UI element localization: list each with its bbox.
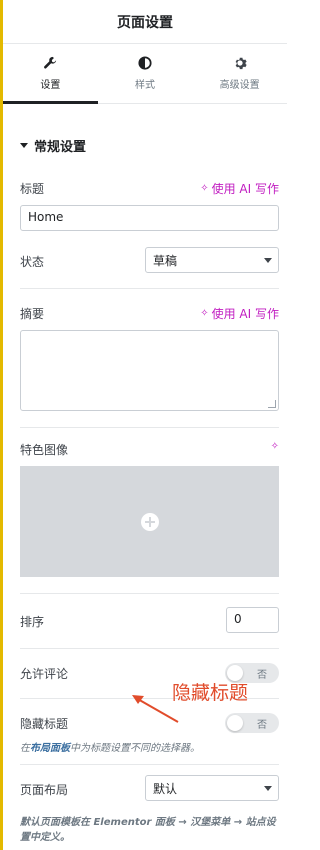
- featured-image-picker[interactable]: [20, 466, 279, 577]
- divider: [20, 764, 279, 765]
- plus-icon: [140, 512, 159, 531]
- wrench-icon: [44, 56, 57, 69]
- tab-advanced[interactable]: 高级设置: [192, 44, 287, 103]
- divider: [20, 593, 279, 594]
- excerpt-label: 摘要: [20, 307, 45, 321]
- sparkle-icon: ✧: [200, 308, 209, 319]
- ai-write-excerpt-button[interactable]: ✧ 使用 AI 写作: [200, 305, 279, 322]
- toggle-knob: [227, 715, 243, 731]
- half-circle-icon: [138, 56, 152, 70]
- resize-grip-icon[interactable]: [268, 400, 276, 408]
- page-layout-label: 页面布局: [20, 783, 69, 797]
- divider: [20, 288, 279, 289]
- title-label: 标题: [20, 182, 45, 196]
- status-value: 草稿: [153, 254, 178, 268]
- page-layout-select[interactable]: 默认: [145, 775, 279, 801]
- gear-icon: [235, 57, 247, 70]
- note-text: 中为标题设置不同的选择器。: [70, 743, 200, 754]
- order-input[interactable]: 0: [226, 607, 279, 633]
- tab-bar: 设置 样式 高级设置: [3, 44, 287, 104]
- caret-down-icon: [20, 143, 28, 148]
- chevron-down-icon: [264, 258, 272, 263]
- hide-title-toggle[interactable]: 否: [225, 713, 279, 733]
- ai-image-button[interactable]: ✧: [271, 441, 279, 452]
- layout-panel-link[interactable]: 布局面板: [30, 743, 70, 754]
- status-select[interactable]: 草稿: [145, 247, 279, 273]
- sparkle-icon: ✧: [200, 183, 209, 194]
- panel-header: 页面设置: [3, 0, 287, 44]
- note-text: 在: [20, 743, 30, 754]
- hide-title-note: 在布局面板中为标题设置不同的选择器。: [20, 741, 200, 756]
- divider: [20, 427, 279, 428]
- tab-style-label: 样式: [135, 80, 155, 91]
- featured-image-label: 特色图像: [20, 443, 69, 457]
- tab-advanced-label: 高级设置: [219, 80, 260, 91]
- hide-title-toggle-text: 否: [257, 720, 267, 731]
- chevron-down-icon: [264, 786, 272, 791]
- hide-title-label: 隐藏标题: [20, 717, 69, 731]
- status-label: 状态: [20, 255, 45, 269]
- comments-toggle-text: 否: [257, 670, 267, 681]
- excerpt-textarea[interactable]: [20, 330, 279, 411]
- left-accent-bar: [0, 0, 3, 850]
- divider: [20, 648, 279, 649]
- tab-style[interactable]: 样式: [98, 44, 193, 103]
- annotation-arrow-icon: [132, 695, 179, 723]
- page-layout-note: 默认页面模板在 Elementor 面板 → 汉堡菜单 → 站点设置中定义。: [20, 817, 276, 843]
- section-general-toggle[interactable]: 常规设置: [20, 136, 86, 155]
- comments-label: 允许评论: [20, 667, 69, 681]
- annotation-label: 隐藏标题: [172, 682, 249, 704]
- order-label: 排序: [20, 615, 45, 629]
- ai-write-label: 使用 AI 写作: [211, 307, 279, 321]
- ai-write-title-button[interactable]: ✧ 使用 AI 写作: [200, 180, 279, 197]
- title-input[interactable]: Home: [20, 205, 279, 231]
- ai-write-label: 使用 AI 写作: [211, 182, 279, 196]
- page-layout-value: 默认: [153, 782, 178, 796]
- page-title: 页面设置: [117, 14, 173, 31]
- tab-settings[interactable]: 设置: [3, 44, 98, 104]
- sparkle-icon: ✧: [270, 441, 279, 452]
- section-title: 常规设置: [34, 140, 87, 155]
- tab-settings-label: 设置: [40, 80, 61, 91]
